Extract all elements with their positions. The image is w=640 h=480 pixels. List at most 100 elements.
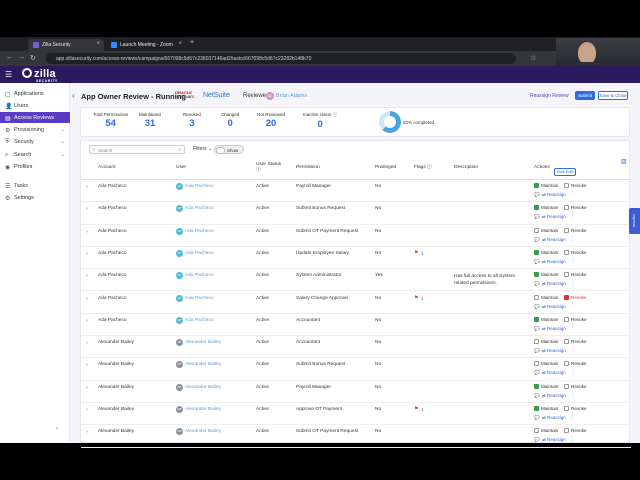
close-tab-icon[interactable]: × [178, 41, 182, 47]
column-header-description[interactable]: Description [454, 165, 478, 171]
expand-row-chevron-icon[interactable]: › [86, 229, 88, 235]
user-link[interactable]: Ada Pacheco [185, 318, 214, 323]
filters-label[interactable]: Filters [193, 146, 207, 152]
reassign-link[interactable]: ⇄ Reassign [542, 437, 566, 443]
flag-icon[interactable]: ⚑ [414, 250, 418, 256]
revoke-checkbox[interactable] [564, 249, 569, 255]
column-header-user-status[interactable]: User Status ⓘ [256, 162, 282, 174]
reassign-link[interactable]: ⇄ Reassign [542, 326, 566, 332]
flag-count[interactable]: 1 [421, 251, 424, 256]
comment-icon[interactable]: 💬 [534, 259, 540, 265]
url-input[interactable]: app.zillasecurity.com/access-reviews/cam… [46, 53, 516, 64]
sidebar-item-security[interactable]: ⛨ Security ⌄ [0, 136, 70, 147]
bookmark-star-icon[interactable]: ☆ [530, 54, 536, 62]
revoke-checkbox[interactable] [564, 294, 569, 300]
new-tab-icon[interactable]: + [190, 39, 194, 46]
user-link[interactable]: Ada Pacheco [185, 184, 214, 189]
sidebar-item-applications[interactable]: ▢ Applications [0, 88, 70, 99]
column-header-flags[interactable]: Flags ⓘ [414, 165, 432, 171]
show-toggle[interactable]: Show [214, 145, 244, 154]
sidebar-item-access-reviews[interactable]: ▤ Access Reviews [0, 112, 70, 123]
column-header-privileged[interactable]: Privileged [375, 165, 396, 171]
user-link[interactable]: Alexander Bailey [185, 340, 221, 345]
reassign-link[interactable]: ⇄ Reassign [542, 259, 566, 265]
filters-chevron-down-icon[interactable]: ⌄ [208, 146, 212, 152]
search-icon[interactable]: ⌕ [178, 147, 181, 153]
comment-icon[interactable]: 💬 [534, 192, 540, 198]
revoke-checkbox[interactable] [564, 227, 569, 233]
user-link[interactable]: Alexander Bailey [185, 385, 221, 390]
flag-count[interactable]: 1 [421, 407, 424, 412]
maintain-checkbox[interactable] [534, 406, 539, 411]
user-link[interactable]: Alexander Bailey [185, 429, 221, 434]
more-options-icon[interactable]: ⋮ [570, 280, 575, 286]
revoke-checkbox[interactable] [564, 183, 569, 188]
comment-icon[interactable]: 💬 [534, 281, 540, 287]
expand-row-chevron-icon[interactable]: › [86, 184, 88, 190]
submit-button[interactable]: Submit [575, 91, 595, 100]
sidebar-item-search[interactable]: ⌕ Search ⌄ [0, 149, 70, 160]
columns-settings-icon[interactable]: ▥ [621, 158, 627, 165]
user-link[interactable]: Ada Pacheco [185, 206, 214, 211]
expand-row-chevron-icon[interactable]: › [86, 206, 88, 212]
flag-icon[interactable]: ⚑ [414, 406, 418, 412]
revoke-checkbox[interactable] [564, 316, 569, 322]
comment-icon[interactable]: 💬 [534, 214, 540, 220]
maintain-checkbox[interactable] [534, 383, 539, 389]
reassign-link[interactable]: ⇄ Reassign [542, 281, 566, 287]
expand-row-chevron-icon[interactable]: › [86, 385, 88, 391]
revoke-checkbox[interactable] [564, 272, 569, 278]
reassign-link[interactable]: ⇄ Reassign [542, 393, 566, 399]
save-and-close-button[interactable]: Save & Close [598, 91, 628, 100]
collapse-sidebar-icon[interactable]: ‹ [56, 426, 58, 432]
sidebar-item-settings[interactable]: ⚙ Settings [0, 192, 70, 203]
revoke-checkbox[interactable] [564, 383, 569, 389]
column-header-user[interactable]: User [176, 165, 186, 171]
user-link[interactable]: Ada Pacheco [185, 251, 214, 256]
revoke-checkbox[interactable] [564, 428, 569, 434]
reassign-link[interactable]: ⇄ Reassign [542, 237, 566, 243]
user-link[interactable]: Ada Pacheco [185, 296, 214, 301]
column-header-account[interactable]: Account [98, 165, 115, 171]
flag-icon[interactable]: ⚑ [414, 295, 418, 301]
maintain-checkbox[interactable] [534, 183, 539, 188]
expand-row-chevron-icon[interactable]: › [86, 340, 88, 346]
flag-count[interactable]: 1 [421, 296, 424, 301]
more-options-icon[interactable]: ⋮ [570, 236, 575, 242]
maintain-checkbox[interactable] [534, 227, 539, 233]
revoke-checkbox[interactable] [564, 205, 569, 211]
comment-icon[interactable]: 💬 [534, 348, 540, 354]
reviewer-name[interactable]: Brian Adams [276, 93, 307, 99]
close-tab-icon[interactable]: × [96, 41, 100, 47]
user-link[interactable]: Ada Pacheco [185, 229, 214, 234]
chevron-down-icon[interactable]: ⌄ [61, 152, 65, 158]
sidebar-item-tasks[interactable]: ☰ Tasks [0, 180, 70, 191]
maintain-checkbox[interactable] [534, 316, 539, 322]
comment-icon[interactable]: 💬 [534, 237, 540, 243]
expand-row-chevron-icon[interactable]: › [86, 273, 88, 279]
user-link[interactable]: Alexander Bailey [185, 407, 221, 412]
maintain-checkbox[interactable] [534, 205, 539, 211]
expand-row-chevron-icon[interactable]: › [86, 362, 88, 368]
revoke-checkbox[interactable] [564, 406, 569, 411]
revoke-checkbox[interactable] [564, 339, 569, 345]
browser-tab-zoom[interactable]: Launch Meeting - Zoom × [106, 39, 186, 51]
maintain-checkbox[interactable] [534, 249, 539, 255]
expand-row-chevron-icon[interactable]: › [86, 251, 88, 257]
chevron-down-icon[interactable]: ⌄ [61, 139, 65, 145]
reassign-link[interactable]: ⇄ Reassign [542, 348, 566, 354]
more-options-icon[interactable]: ⋮ [570, 258, 575, 264]
maintain-checkbox[interactable] [534, 339, 539, 345]
maintain-checkbox[interactable] [534, 428, 539, 434]
side-feedback-tab[interactable]: coprsm [629, 208, 640, 234]
expand-row-chevron-icon[interactable]: › [86, 318, 88, 324]
comment-icon[interactable]: 💬 [534, 393, 540, 399]
chevron-down-icon[interactable]: ⌄ [61, 127, 65, 133]
browser-tab-zilla[interactable]: Zilla Security × [28, 39, 104, 51]
revoke-checkbox[interactable] [564, 361, 569, 367]
comment-icon[interactable]: 💬 [534, 437, 540, 443]
maintain-checkbox[interactable] [534, 272, 539, 278]
expand-row-chevron-icon[interactable]: › [86, 296, 88, 302]
zilla-logo[interactable]: zilla SECURITY [22, 68, 57, 83]
more-options-icon[interactable]: ⋮ [570, 303, 575, 309]
